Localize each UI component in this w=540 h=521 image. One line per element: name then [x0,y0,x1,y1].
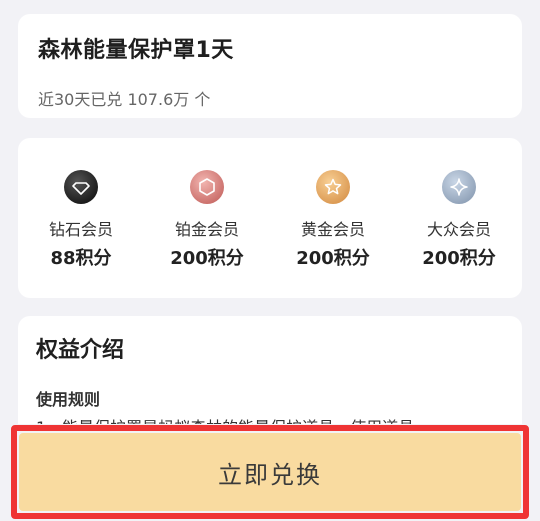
level-name: 铂金会员 [174,220,239,239]
level-name: 大众会员 [426,220,491,239]
redeemed-count: 近30天已兑 107.6万 个 [38,90,211,109]
level-name: 钻石会员 [48,220,113,239]
level-points: 200积分 [422,248,496,269]
gold-star-icon [316,170,350,204]
page: 森林能量保护罩1天 近30天已兑 107.6万 个 钻石会员 88积分 铂金会员… [0,0,540,521]
member-levels-card: 钻石会员 88积分 铂金会员 200积分 黄金会员 200积分 大众会员 200… [18,138,522,298]
public-sparkle-icon [442,170,476,204]
level-platinum: 铂金会员 200积分 [152,170,262,270]
level-points: 200积分 [170,248,244,269]
benefits-title: 权益介绍 [36,338,125,363]
level-points: 88积分 [50,248,112,269]
rules-title: 使用规则 [36,390,101,409]
product-title: 森林能量保护罩1天 [38,38,234,63]
diamond-icon [64,170,98,204]
level-diamond: 钻石会员 88积分 [26,170,136,270]
level-points: 200积分 [296,248,370,269]
platinum-hexagon-icon [190,170,224,204]
level-gold: 黄金会员 200积分 [278,170,388,270]
level-name: 黄金会员 [300,220,365,239]
level-public: 大众会员 200积分 [404,170,514,270]
redeem-button[interactable]: 立即兑换 [19,433,521,511]
product-card: 森林能量保护罩1天 近30天已兑 107.6万 个 [18,14,522,118]
